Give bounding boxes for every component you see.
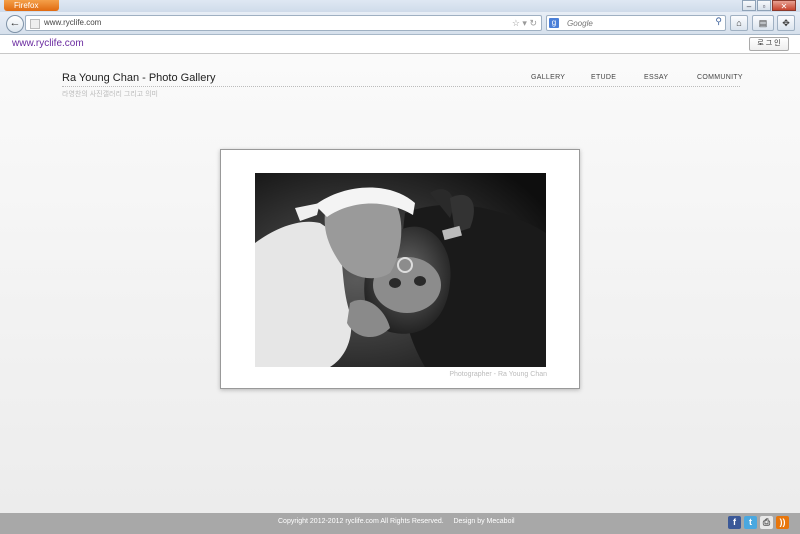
search-icon[interactable]: ⚲: [715, 16, 722, 27]
url-bar[interactable]: www.ryclife.com ☆ ▾ ↻: [25, 15, 542, 31]
print-icon[interactable]: ⎙: [760, 516, 773, 529]
addon-icon[interactable]: ✥: [777, 15, 795, 31]
menu-gallery[interactable]: GALLERY: [531, 74, 565, 81]
close-button[interactable]: ✕: [772, 0, 796, 11]
navigation-toolbar: ← www.ryclife.com ☆ ▾ ↻ g ⚲ ⌂ ▤ ✥: [0, 12, 800, 35]
menu-etude[interactable]: ETUDE: [591, 74, 616, 81]
site-subtitle: 라영찬의 사진갤러리 그리고 의미: [62, 91, 158, 98]
photo-frame: Photographer - Ra Young Chan: [220, 149, 580, 389]
url-text: www.ryclife.com: [44, 18, 102, 27]
menu-essay[interactable]: ESSAY: [644, 74, 668, 81]
window-controls: – ▫ ✕: [742, 0, 796, 11]
page-content: Ra Young Chan - Photo Gallery 라영찬의 사진갤러리…: [0, 54, 800, 513]
minimize-button[interactable]: –: [742, 0, 756, 11]
login-button[interactable]: 로 그 인: [749, 37, 789, 51]
maximize-button[interactable]: ▫: [757, 0, 771, 11]
firefox-menu-button[interactable]: Firefox: [4, 0, 59, 11]
back-button[interactable]: ←: [6, 15, 24, 33]
facebook-icon[interactable]: f: [728, 516, 741, 529]
search-input[interactable]: [567, 17, 705, 29]
twitter-icon[interactable]: t: [744, 516, 757, 529]
google-engine-icon[interactable]: g: [549, 18, 559, 28]
site-identity-icon[interactable]: [30, 19, 40, 29]
bookmark-brand-link[interactable]: www.ryclife.com: [12, 38, 84, 49]
search-box: g ⚲: [546, 15, 726, 31]
design-credit: Design by Mecaboil: [453, 518, 515, 525]
browser-titlebar: Firefox – ▫ ✕: [0, 0, 800, 12]
rss-icon[interactable]: )): [776, 516, 789, 529]
site-title[interactable]: Ra Young Chan - Photo Gallery: [62, 72, 216, 84]
footer-text: Copyright 2012-2012 ryclife.com All Righ…: [278, 518, 515, 525]
history-dropdown-icon[interactable]: ▾: [522, 18, 527, 28]
home-icon[interactable]: ⌂: [730, 15, 748, 31]
bookmark-bar: www.ryclife.com 로 그 인: [0, 35, 800, 54]
footer: Copyright 2012-2012 ryclife.com All Righ…: [0, 513, 800, 534]
gallery-photo[interactable]: [255, 173, 546, 367]
photo-credit: Photographer - Ra Young Chan: [449, 371, 547, 378]
bookmark-star-icon[interactable]: ☆: [512, 18, 520, 28]
header-divider: [62, 86, 740, 87]
url-bar-tools: ☆ ▾ ↻: [512, 16, 537, 30]
copyright-text: Copyright 2012-2012 ryclife.com All Righ…: [278, 518, 444, 525]
menu-community[interactable]: COMMUNITY: [697, 74, 743, 81]
bookmarks-menu-icon[interactable]: ▤: [752, 15, 774, 31]
reload-icon[interactable]: ↻: [529, 18, 537, 28]
